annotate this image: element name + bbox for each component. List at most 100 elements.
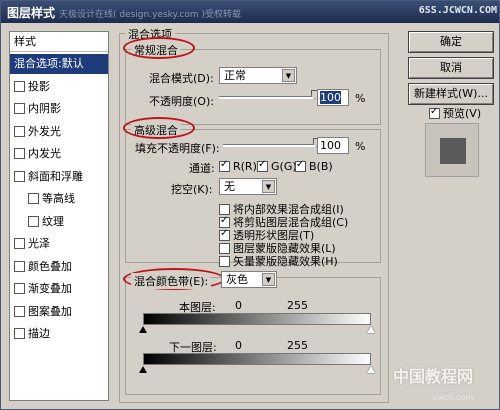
underlying-white-handle[interactable] — [367, 366, 375, 373]
channel-checkbox[interactable] — [219, 159, 230, 172]
style-list-item-label: 外发光 — [28, 124, 61, 138]
annotation-oval-advanced — [123, 117, 195, 139]
dialog-title: 图层样式 — [7, 6, 56, 20]
style-checkbox[interactable] — [14, 148, 25, 159]
channel-checkbox-row[interactable]: G(G) — [257, 159, 297, 173]
channel-checkbox-row[interactable]: B(B) — [295, 159, 333, 173]
this-layer-gradient — [143, 313, 371, 325]
layer-style-dialog: 图层样式 天极设计在线( design.yesky.com )受权转载 6SS.… — [0, 0, 500, 410]
advanced-option-checkbox[interactable] — [219, 256, 230, 267]
fill-opacity-input[interactable]: 100 — [317, 137, 349, 154]
style-list-item[interactable]: 颜色叠加 — [10, 257, 108, 277]
advanced-option-label: 矢量蒙版隐藏效果(H) — [233, 255, 338, 268]
opacity-label: 不透明度(O): — [149, 95, 214, 108]
new-style-button[interactable]: 新建样式(W)... — [408, 83, 494, 105]
style-list-item[interactable]: 纹理 — [10, 212, 108, 232]
watermark-left: 天极设计在线( design.yesky.com )受权转载 — [59, 10, 242, 20]
preview-checkbox[interactable] — [429, 106, 440, 119]
style-list-item[interactable]: 外发光 — [10, 122, 108, 142]
style-list-item-label: 渐变叠加 — [28, 282, 72, 295]
style-list-item-label: 投影 — [28, 79, 50, 93]
title-bar[interactable]: 图层样式 天极设计在线( design.yesky.com )受权转载 6SS.… — [1, 1, 499, 23]
knockout-value: 无 — [224, 180, 235, 193]
blend-if-group — [125, 277, 381, 395]
watermark-right: 6SS.JCWCN.COM — [418, 5, 497, 16]
blend-mode-label: 混合模式(D): — [149, 72, 214, 85]
fill-opacity-slider[interactable] — [223, 144, 317, 147]
style-checkbox[interactable] — [14, 170, 25, 182]
style-list-item-label: 光泽 — [28, 237, 50, 250]
underlying-black-handle[interactable] — [139, 366, 147, 373]
this-layer-high: 255 — [287, 299, 308, 312]
style-list-item-label: 内发光 — [28, 147, 61, 160]
opacity-value: 100 — [320, 91, 341, 104]
style-list-item-label: 内阴影 — [28, 102, 61, 115]
style-list-item[interactable]: 内发光 — [10, 144, 108, 164]
blend-if-select[interactable]: 灰色 ▼ — [221, 271, 277, 288]
annotation-oval-general — [123, 37, 195, 59]
opacity-input[interactable]: 100 — [317, 89, 349, 106]
style-list-header: 样式 — [10, 32, 108, 52]
channel-checkbox[interactable] — [295, 159, 306, 172]
style-list-item[interactable]: 图案叠加 — [10, 302, 108, 322]
blend-mode-value: 正常 — [224, 69, 246, 82]
this-layer-black-handle[interactable] — [139, 326, 147, 333]
style-checkbox[interactable] — [14, 260, 25, 272]
fill-opacity-unit: % — [355, 140, 366, 153]
channels-label: 通道: — [189, 162, 215, 175]
style-list-item[interactable]: 混合选项:默认 — [10, 54, 108, 74]
style-checkbox[interactable] — [14, 125, 25, 137]
blend-if-value: 灰色 — [226, 273, 248, 286]
style-list-item-label: 图案叠加 — [28, 304, 72, 318]
style-list-item[interactable]: 光泽 — [10, 234, 108, 254]
blend-if-label: 混合颜色带(E): — [131, 273, 212, 289]
style-list-item-label: 混合选项:默认 — [14, 57, 84, 70]
style-checkbox[interactable] — [14, 305, 25, 317]
style-list-item-label: 纹理 — [42, 214, 64, 228]
style-checkbox[interactable] — [28, 215, 39, 227]
blend-options-panel: 混合选项 常规混合 混合模式(D): 正常 ▼ 不透明度(O): 100 % 高… — [119, 25, 397, 405]
this-layer-low: 0 — [235, 299, 242, 312]
style-list-item[interactable]: 斜面和浮雕 — [10, 167, 108, 187]
knockout-select[interactable]: 无 ▼ — [219, 178, 277, 195]
preview-swatch — [440, 138, 466, 164]
watermark-bottom: 中国教程网 — [393, 367, 474, 386]
style-checkbox[interactable] — [14, 80, 25, 92]
preview-checkbox-row[interactable]: 预览(V) — [429, 105, 481, 121]
blend-mode-select[interactable]: 正常 ▼ — [219, 67, 297, 84]
channel-checkbox[interactable] — [257, 159, 268, 172]
underlying-layer-high: 255 — [287, 339, 308, 352]
chevron-down-icon: ▼ — [282, 69, 295, 82]
style-list-item[interactable]: 投影 — [10, 77, 108, 97]
style-list-item[interactable]: 描边 — [10, 324, 108, 344]
fill-opacity-label: 填充不透明度(F): — [135, 142, 220, 155]
watermark-bottom-url: jcwcn.com — [431, 393, 474, 402]
opacity-slider[interactable] — [219, 96, 315, 99]
style-list: 样式 混合选项:默认投影内阴影外发光内发光斜面和浮雕等高线纹理光泽颜色叠加渐变叠… — [9, 31, 109, 401]
advanced-option-row[interactable]: 矢量蒙版隐藏效果(H) — [219, 253, 338, 269]
ok-button[interactable]: 确定 — [408, 31, 494, 53]
style-checkbox[interactable] — [14, 328, 25, 339]
channel-label: R(R) — [233, 160, 257, 173]
channel-checkbox-row[interactable]: R(R) — [219, 159, 257, 173]
underlying-layer-low: 0 — [235, 339, 242, 352]
style-checkbox[interactable] — [14, 103, 25, 114]
style-preview-thumbnail — [425, 123, 479, 177]
style-checkbox[interactable] — [14, 283, 25, 294]
cancel-button[interactable]: 取消 — [408, 57, 494, 79]
preview-label: 预览(V) — [443, 107, 482, 120]
channel-label: G(G) — [271, 160, 297, 173]
style-list-item[interactable]: 等高线 — [10, 189, 108, 209]
fill-opacity-value: 100 — [320, 139, 341, 152]
style-list-item-label: 描边 — [28, 327, 50, 340]
chevron-down-icon: ▼ — [262, 180, 275, 193]
style-list-item[interactable]: 渐变叠加 — [10, 279, 108, 299]
style-checkbox[interactable] — [28, 193, 39, 204]
style-list-item-label: 斜面和浮雕 — [28, 169, 83, 183]
style-list-item[interactable]: 内阴影 — [10, 99, 108, 119]
style-list-item-label: 等高线 — [42, 192, 75, 205]
style-list-item-label: 颜色叠加 — [28, 259, 72, 273]
this-layer-white-handle[interactable] — [367, 326, 375, 333]
general-blending-group — [125, 49, 381, 125]
style-checkbox[interactable] — [14, 238, 25, 249]
